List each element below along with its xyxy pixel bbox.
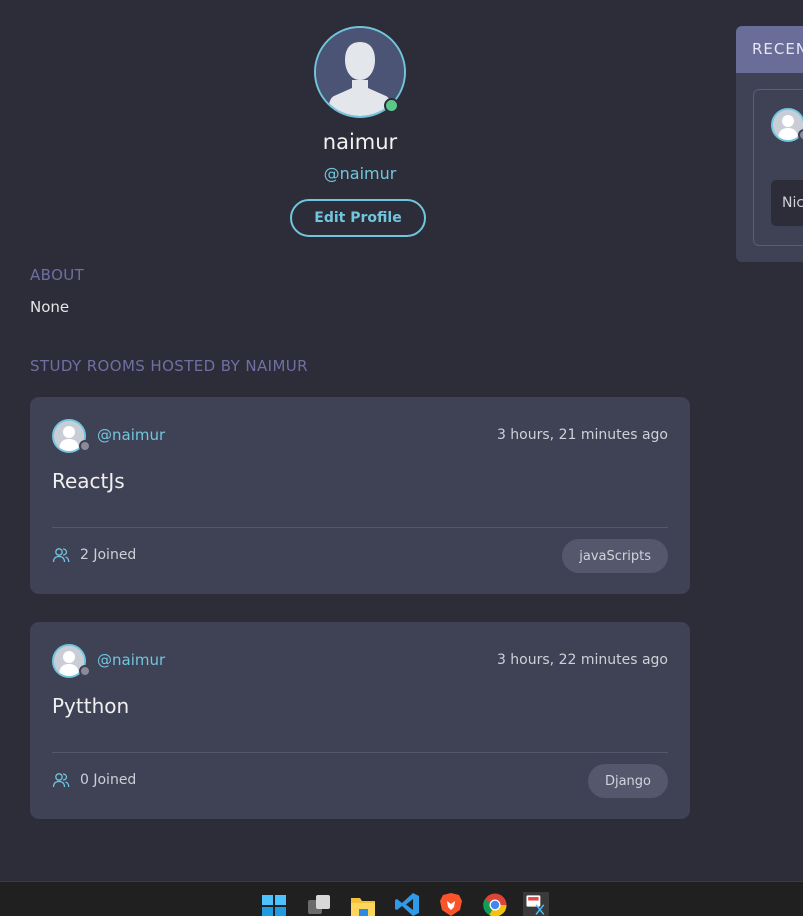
users-icon xyxy=(52,772,70,788)
profile-name: naimur xyxy=(0,130,720,154)
activity-item[interactable]: Nic xyxy=(753,89,803,246)
recent-activity-header: RECEN xyxy=(736,26,803,73)
snipping-tool-icon[interactable] xyxy=(523,892,549,916)
brave-icon[interactable] xyxy=(438,892,464,916)
task-view-icon[interactable] xyxy=(306,892,332,916)
room-card[interactable]: @naimur 3 hours, 21 minutes ago ReactJs … xyxy=(30,397,690,594)
taskbar xyxy=(0,881,803,916)
about-text: None xyxy=(30,298,69,316)
online-status-dot xyxy=(384,98,399,113)
joined-label: 0 Joined xyxy=(80,772,136,788)
card-divider xyxy=(52,527,668,528)
status-dot xyxy=(79,440,91,452)
activity-message: Nic xyxy=(771,180,803,226)
joined-label: 2 Joined xyxy=(80,547,136,563)
room-timestamp: 3 hours, 21 minutes ago xyxy=(497,427,668,443)
status-dot xyxy=(79,665,91,677)
joined-count: 0 Joined xyxy=(52,772,136,788)
room-title[interactable]: Pytthon xyxy=(52,694,129,718)
room-timestamp: 3 hours, 22 minutes ago xyxy=(497,652,668,668)
host-username-link[interactable]: @naimur xyxy=(97,651,165,669)
vscode-icon[interactable] xyxy=(394,892,420,916)
about-heading: ABOUT xyxy=(30,266,84,284)
room-title[interactable]: ReactJs xyxy=(52,469,125,493)
windows-start-icon[interactable] xyxy=(261,892,287,916)
topic-tag[interactable]: Django xyxy=(588,764,668,798)
rooms-section-heading: STUDY ROOMS HOSTED BY NAIMUR xyxy=(30,357,308,375)
users-icon xyxy=(52,547,70,563)
joined-count: 2 Joined xyxy=(52,547,136,563)
chrome-icon[interactable] xyxy=(482,892,508,916)
card-divider xyxy=(52,752,668,753)
profile-handle: @naimur xyxy=(0,164,720,183)
room-card[interactable]: @naimur 3 hours, 22 minutes ago Pytthon … xyxy=(30,622,690,819)
host-username-link[interactable]: @naimur xyxy=(97,426,165,444)
status-dot xyxy=(798,129,803,141)
edit-profile-button[interactable]: Edit Profile xyxy=(290,199,426,237)
file-explorer-icon[interactable] xyxy=(350,892,376,916)
topic-tag[interactable]: javaScripts xyxy=(562,539,668,573)
recent-activity-panel: RECEN Nic xyxy=(736,26,803,262)
